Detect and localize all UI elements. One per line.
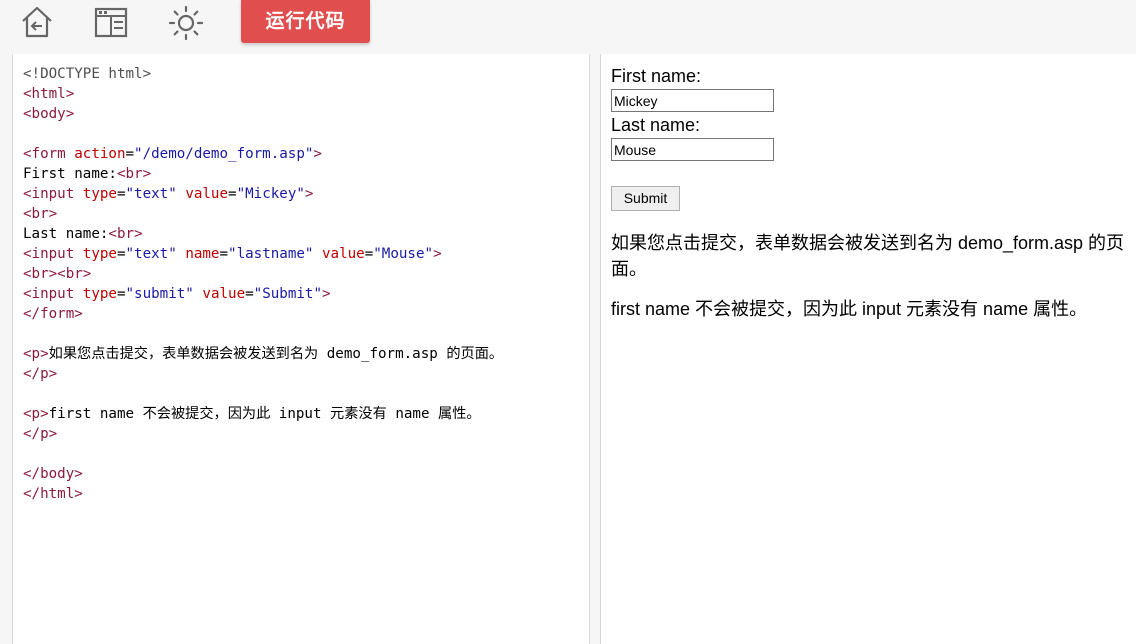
brightness-icon[interactable]	[168, 4, 204, 41]
code-line[interactable]: </html>	[23, 484, 503, 504]
preview-paragraph-1: 如果您点击提交，表单数据会被发送到名为 demo_form.asp 的页面。	[611, 233, 1125, 279]
code-line[interactable]: Last name:<br>	[23, 224, 503, 244]
code-token: >	[304, 186, 314, 202]
code-line[interactable]: <br>	[23, 204, 503, 224]
submit-button[interactable]: Submit	[611, 186, 680, 211]
code-token: >	[313, 146, 322, 162]
code-token: <input	[23, 286, 83, 302]
first-name-input[interactable]	[611, 89, 774, 112]
code-token: >	[322, 286, 331, 302]
code-token: "lastname"	[228, 246, 314, 262]
code-line[interactable]: <p>如果您点击提交，表单数据会被发送到名为 demo_form.asp 的页面…	[23, 344, 503, 364]
code-token: <html>	[23, 86, 75, 102]
code-token: <br>	[23, 206, 58, 222]
code-token: <br><br>	[23, 266, 92, 282]
code-token: <p>	[23, 406, 49, 422]
preview-paragraph-2: first name 不会被提交，因为此 input 元素没有 name 属性。	[611, 299, 1088, 319]
code-token: <!DOCTYPE html>	[23, 66, 152, 82]
code-line[interactable]	[23, 324, 503, 344]
code-token: <br>	[116, 166, 152, 182]
code-line[interactable]	[23, 124, 503, 144]
toolbar: 运行代码	[0, 0, 1136, 54]
code-token: =	[364, 246, 374, 262]
code-token: 如果您点击提交，表单数据会被发送到名为 demo_form.asp 的页面。	[48, 346, 504, 362]
code-token: "Submit"	[253, 286, 323, 302]
code-token: "submit"	[125, 286, 194, 302]
code-token: </body>	[23, 466, 83, 482]
code-token: <input	[23, 246, 83, 262]
pane-divider[interactable]	[590, 54, 600, 644]
code-token: <body>	[23, 106, 75, 122]
code-token: Last name:	[23, 226, 109, 242]
code-token: <p>	[23, 346, 49, 362]
code-token: value	[322, 246, 365, 262]
code-token: =	[116, 186, 126, 202]
code-token: >	[433, 246, 442, 262]
code-token: "Mickey"	[236, 186, 305, 202]
code-line[interactable]: </p>	[23, 364, 503, 384]
code-token: =	[219, 246, 229, 262]
code-token: type	[82, 246, 117, 262]
code-line[interactable]: <!DOCTYPE html>	[23, 64, 503, 84]
code-line[interactable]: </form>	[23, 304, 503, 324]
code-line[interactable]: <p>first name 不会被提交，因为此 input 元素没有 name …	[23, 404, 503, 424]
code-line[interactable]: <br><br>	[23, 264, 503, 284]
code-line[interactable]: <form action="/demo/demo_form.asp">	[23, 144, 503, 164]
first-name-label: First name:	[611, 66, 702, 86]
code-line[interactable]: <html>	[23, 84, 503, 104]
code-token: "/demo/demo_form.asp"	[134, 146, 314, 162]
code-line[interactable]: <input type="text" value="Mickey">	[23, 184, 503, 204]
run-code-button[interactable]: 运行代码	[241, 0, 370, 43]
code-line[interactable]	[23, 384, 503, 404]
code-token: first name 不会被提交，因为此 input 元素没有 name 属性。	[48, 406, 481, 422]
code-token: =	[228, 186, 237, 202]
home-icon[interactable]	[19, 4, 55, 40]
code-line[interactable]: First name:<br>	[23, 164, 503, 184]
code-token: </form>	[23, 306, 83, 322]
code-token: =	[116, 286, 126, 302]
code-token: <input	[23, 186, 83, 202]
code-token: type	[82, 186, 117, 202]
code-token: name	[185, 246, 220, 262]
code-token: =	[125, 146, 135, 162]
result-preview: First name: Last name: Submit 如果您点击提交，表单…	[600, 54, 1136, 644]
code-text[interactable]: <!DOCTYPE html> <html> <body> <form action=…	[23, 64, 503, 504]
code-token: </p>	[23, 366, 58, 382]
code-token: value	[202, 286, 246, 302]
code-token: =	[116, 246, 126, 262]
code-token: value	[185, 186, 229, 202]
code-line[interactable]: <body>	[23, 104, 503, 124]
last-name-input[interactable]	[611, 138, 774, 161]
code-token: "text"	[125, 246, 177, 262]
code-token: type	[82, 286, 117, 302]
code-line[interactable]	[23, 444, 503, 464]
code-token: <br>	[108, 226, 143, 242]
code-token: <form	[23, 146, 75, 162]
code-token: =	[245, 286, 254, 302]
code-line[interactable]: </body>	[23, 464, 503, 484]
code-line[interactable]: </p>	[23, 424, 503, 444]
code-editor[interactable]: <!DOCTYPE html> <html> <body> <form action=…	[12, 54, 590, 644]
window-layout-icon[interactable]	[94, 4, 130, 40]
code-token: </html>	[23, 486, 83, 502]
code-token: "Mouse"	[373, 246, 434, 262]
code-token: </p>	[23, 426, 58, 442]
code-line[interactable]: <input type="text" name="lastname" value…	[23, 244, 503, 264]
code-line[interactable]: <input type="submit" value="Submit">	[23, 284, 503, 304]
last-name-label: Last name:	[611, 115, 701, 135]
code-token: action	[74, 146, 126, 162]
code-token: First name:	[23, 166, 117, 182]
code-token: "text"	[125, 186, 177, 202]
